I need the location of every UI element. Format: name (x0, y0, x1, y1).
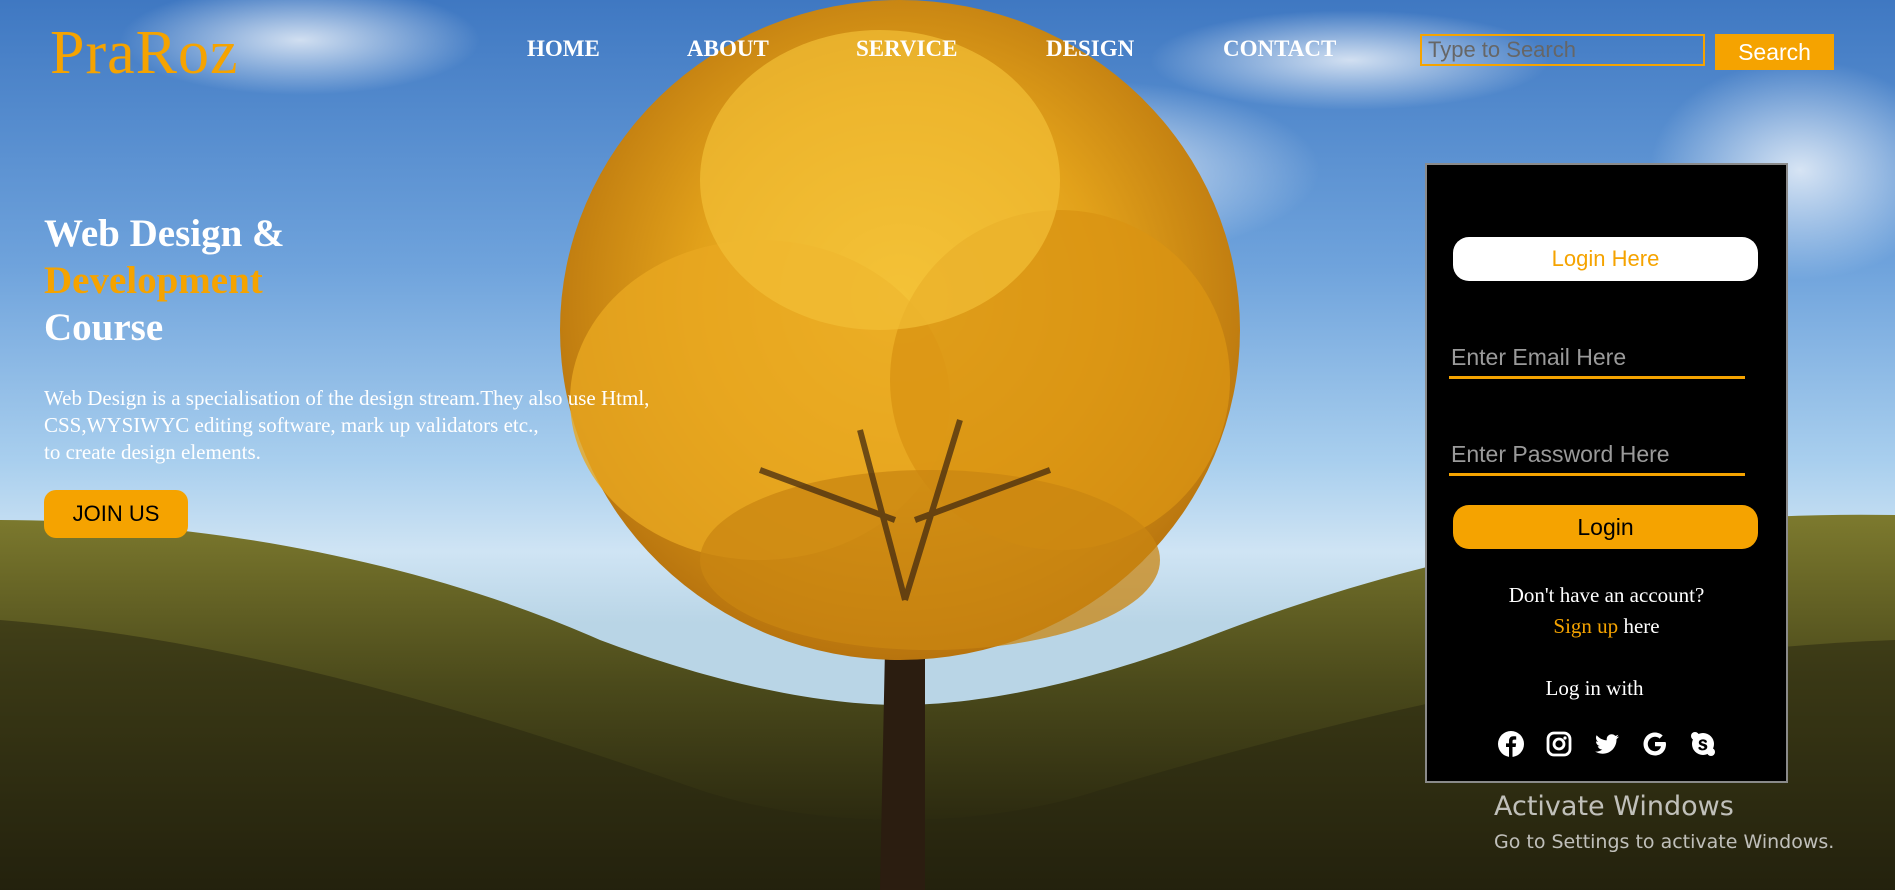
no-account-text: Don't have an account? (1508, 583, 1705, 607)
twitter-icon[interactable] (1593, 730, 1621, 758)
hero-text-line1: Web Design is a specialisation of the de… (44, 386, 650, 410)
signup-line: Sign up here (1427, 614, 1786, 639)
login-with-text: Log in with (1545, 676, 1644, 700)
hero-text-line3: to create design elements. (44, 440, 261, 464)
google-icon[interactable] (1641, 730, 1669, 758)
nav-design[interactable]: DESIGN (1046, 36, 1134, 62)
facebook-icon[interactable] (1497, 730, 1525, 758)
social-login-icons (1427, 730, 1786, 758)
login-panel: Login Here Login Don't have an account? … (1425, 163, 1788, 783)
hero-text-line2: CSS,WYSIWYC editing software, mark up va… (44, 413, 539, 437)
email-field[interactable] (1449, 339, 1745, 379)
join-us-button[interactable]: JOIN US (44, 490, 188, 538)
nav-about[interactable]: ABOUT (687, 36, 769, 62)
signup-link[interactable]: Sign up (1553, 614, 1618, 638)
skype-icon[interactable] (1689, 730, 1717, 758)
hero-title-line3: Course (44, 306, 164, 349)
instagram-icon[interactable] (1545, 730, 1573, 758)
signup-suffix: here (1618, 614, 1660, 638)
activate-windows-title: Activate Windows (1494, 791, 1734, 822)
login-button[interactable]: Login (1453, 505, 1758, 549)
login-header: Login Here (1453, 237, 1758, 281)
hero-description: Web Design is a specialisation of the de… (44, 385, 744, 466)
nav-home[interactable]: HOME (527, 36, 600, 62)
hero-title: Web Design & Development Course (44, 210, 544, 351)
nav-contact[interactable]: CONTACT (1223, 36, 1336, 62)
search-input[interactable] (1420, 34, 1705, 66)
search-button[interactable]: Search (1715, 34, 1834, 70)
nav-service[interactable]: SERVICE (856, 36, 957, 62)
activate-windows-subtitle: Go to Settings to activate Windows. (1494, 831, 1835, 853)
hero-title-line1: Web Design & (44, 212, 285, 255)
hero-title-line2: Development (44, 259, 263, 302)
site-logo[interactable]: PraRoz (50, 18, 239, 89)
password-field[interactable] (1449, 436, 1745, 476)
